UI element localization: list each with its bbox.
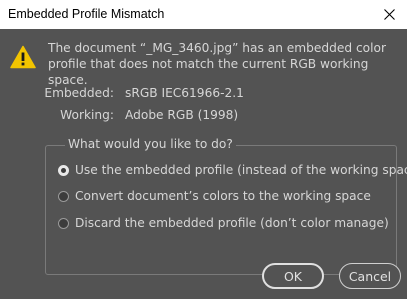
dialog-body: The document “_MG_3460.jpg” has an embed… — [0, 29, 407, 299]
working-value: Adobe RGB (1998) — [125, 108, 239, 122]
working-label-wrap: Working: — [0, 108, 114, 124]
ok-button[interactable]: OK — [262, 263, 324, 289]
embedded-label: Embedded: — [44, 86, 114, 100]
radio-discard[interactable] — [58, 217, 69, 229]
mismatch-message: The document “_MG_3460.jpg” has an embed… — [48, 41, 386, 87]
radio-convert[interactable] — [58, 190, 69, 202]
options-legend: What would you like to do? — [65, 137, 236, 151]
title-bar: Embedded Profile Mismatch — [0, 0, 407, 29]
close-button[interactable] — [371, 0, 407, 29]
warning-icon — [10, 45, 36, 69]
option-use-embedded[interactable]: Use the embedded profile (instead of the… — [58, 161, 407, 179]
option-discard-label: Discard the embedded profile (don’t colo… — [75, 216, 389, 230]
embedded-value: sRGB IEC61966-2.1 — [125, 86, 244, 100]
option-discard[interactable]: Discard the embedded profile (don’t colo… — [58, 214, 389, 232]
radio-use-embedded[interactable] — [58, 164, 69, 176]
window-title: Embedded Profile Mismatch — [8, 7, 165, 21]
embedded-label-wrap: Embedded: — [0, 86, 114, 102]
option-convert-label: Convert document’s colors to the working… — [75, 189, 371, 203]
close-icon — [383, 9, 395, 20]
working-label: Working: — [60, 108, 114, 122]
option-use-embedded-label: Use the embedded profile (instead of the… — [75, 163, 407, 177]
cancel-button[interactable]: Cancel — [339, 263, 401, 289]
option-convert[interactable]: Convert document’s colors to the working… — [58, 187, 371, 205]
